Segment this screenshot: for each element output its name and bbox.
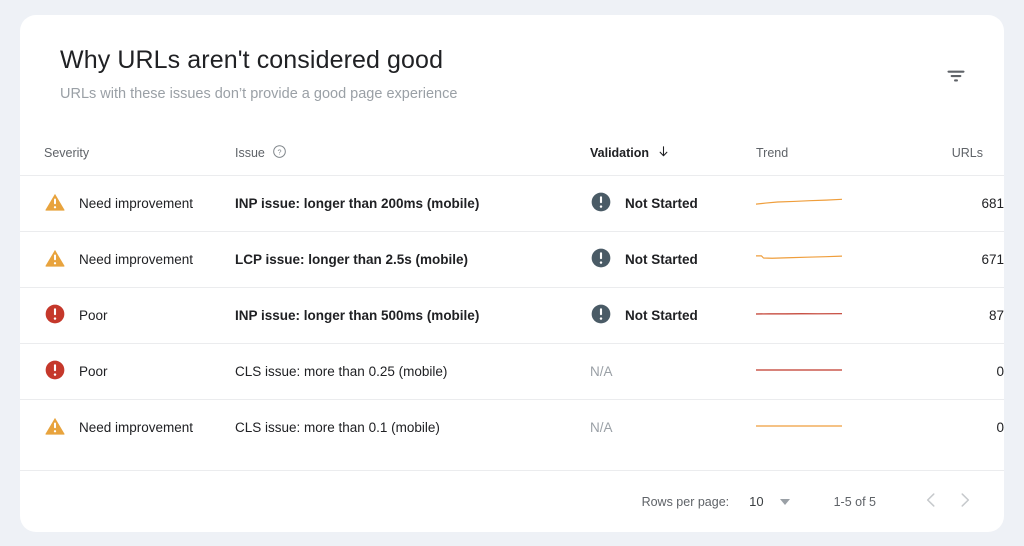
cell-issue: LCP issue: longer than 2.5s (mobile)	[235, 232, 590, 288]
error-circle-icon	[44, 303, 66, 328]
table-header: Severity Issue ? Validation Trend URLs	[20, 131, 1004, 176]
table-row[interactable]: Need improvement INP issue: longer than 2…	[20, 175, 1004, 232]
warning-triangle-icon	[44, 415, 66, 440]
chevron-left-icon	[920, 489, 942, 514]
severity-label: Poor	[79, 364, 108, 379]
column-header-urls-label: URLs	[951, 146, 983, 160]
filter-list-icon	[944, 64, 968, 91]
rows-per-page-value: 10	[749, 494, 764, 509]
cell-validation: N/A	[590, 344, 756, 400]
cell-trend	[755, 288, 908, 344]
trend-sparkline	[755, 255, 843, 271]
cell-severity: Need improvement	[20, 400, 235, 456]
help-circle-icon[interactable]: ?	[272, 144, 287, 162]
cell-urls: 671	[981, 252, 1004, 267]
page-title: Why URLs aren't considered good	[60, 46, 444, 74]
issues-card: Why URLs aren't considered good URLs wit…	[20, 15, 1004, 532]
trend-sparkline	[755, 312, 843, 327]
cell-validation: Not Started	[590, 176, 756, 232]
cell-trend	[755, 232, 908, 288]
cell-urls: 681	[981, 196, 1004, 211]
table-row[interactable]: Need improvement CLS issue: more than 0.1…	[20, 399, 1004, 456]
rows-per-page-select[interactable]: 10	[749, 494, 790, 509]
issue-label: CLS issue: more than 0.1 (mobile)	[235, 420, 440, 436]
cell-issue: INP issue: longer than 200ms (mobile)	[235, 176, 590, 232]
trend-sparkline	[755, 368, 843, 383]
svg-text:?: ?	[277, 148, 281, 156]
cell-validation: N/A	[590, 400, 756, 456]
chevron-right-icon	[954, 489, 976, 514]
pagination-footer: Rows per page: 10 1-5 of 5	[20, 470, 1004, 532]
validation-label: N/A	[590, 420, 613, 436]
cell-severity: Poor	[20, 344, 235, 400]
status-exclamation-icon	[590, 247, 612, 272]
status-exclamation-icon	[590, 303, 612, 328]
card-header: Why URLs aren't considered good URLs wit…	[20, 15, 1004, 103]
issues-table: Severity Issue ? Validation Trend URLs N…	[20, 131, 1004, 456]
table-row[interactable]: Need improvement LCP issue: longer than 2…	[20, 231, 1004, 288]
severity-label: Need improvement	[79, 252, 194, 267]
severity-label: Need improvement	[79, 196, 194, 211]
issue-label: INP issue: longer than 200ms (mobile)	[235, 196, 480, 211]
cell-severity: Need improvement	[20, 176, 235, 232]
cell-issue: CLS issue: more than 0.25 (mobile)	[235, 344, 590, 400]
column-header-issue-label: Issue	[235, 146, 265, 160]
previous-page-button[interactable]	[914, 485, 948, 519]
column-header-trend[interactable]: Trend	[756, 131, 908, 176]
issue-label: LCP issue: longer than 2.5s (mobile)	[235, 252, 469, 267]
column-header-validation-label: Validation	[590, 146, 650, 160]
validation-label: Not Started	[625, 308, 698, 323]
filter-button[interactable]	[936, 57, 976, 97]
table-body: Need improvement INP issue: longer than 2…	[20, 175, 1004, 456]
issue-label: CLS issue: more than 0.25 (mobile)	[235, 364, 448, 379]
arrow-down-icon	[656, 144, 671, 162]
column-header-severity[interactable]: Severity	[20, 131, 235, 176]
cell-severity: Poor	[20, 288, 235, 344]
trend-sparkline	[755, 198, 843, 215]
validation-label: Not Started	[625, 252, 698, 267]
severity-label: Poor	[79, 308, 108, 323]
column-header-validation[interactable]: Validation	[590, 131, 756, 176]
next-page-button[interactable]	[948, 485, 982, 519]
error-circle-icon	[44, 359, 66, 384]
chevron-down-icon	[779, 498, 790, 505]
column-header-severity-label: Severity	[44, 146, 90, 160]
table-row[interactable]: Poor CLS issue: more than 0.25 (mobile) N/…	[20, 343, 1004, 400]
issue-label: INP issue: longer than 500ms (mobile)	[235, 308, 480, 323]
warning-triangle-icon	[44, 247, 66, 272]
cell-trend	[755, 176, 908, 232]
cell-issue: INP issue: longer than 500ms (mobile)	[235, 288, 590, 344]
column-header-trend-label: Trend	[756, 146, 789, 160]
cell-trend	[755, 344, 908, 400]
cell-urls: 0	[996, 364, 1004, 379]
column-header-issue[interactable]: Issue ?	[235, 131, 590, 176]
cell-issue: CLS issue: more than 0.1 (mobile)	[235, 400, 590, 456]
cell-urls: 87	[988, 308, 1004, 323]
column-header-urls[interactable]: URLs	[908, 131, 1004, 176]
pagination-range: 1-5 of 5	[833, 494, 876, 509]
table-row[interactable]: Poor INP issue: longer than 500ms (mobile…	[20, 287, 1004, 344]
page-subtitle: URLs with these issues don’t provide a g…	[60, 86, 458, 102]
status-exclamation-icon	[590, 191, 612, 216]
cell-severity: Need improvement	[20, 232, 235, 288]
cell-urls: 0	[996, 420, 1004, 436]
rows-per-page-label: Rows per page:	[641, 494, 730, 509]
cell-trend	[755, 400, 908, 456]
cell-validation: Not Started	[590, 288, 756, 344]
validation-label: Not Started	[625, 196, 698, 211]
cell-validation: Not Started	[590, 232, 756, 288]
warning-triangle-icon	[44, 191, 66, 216]
validation-label: N/A	[590, 364, 613, 379]
trend-sparkline	[755, 424, 843, 439]
severity-label: Need improvement	[79, 420, 194, 436]
